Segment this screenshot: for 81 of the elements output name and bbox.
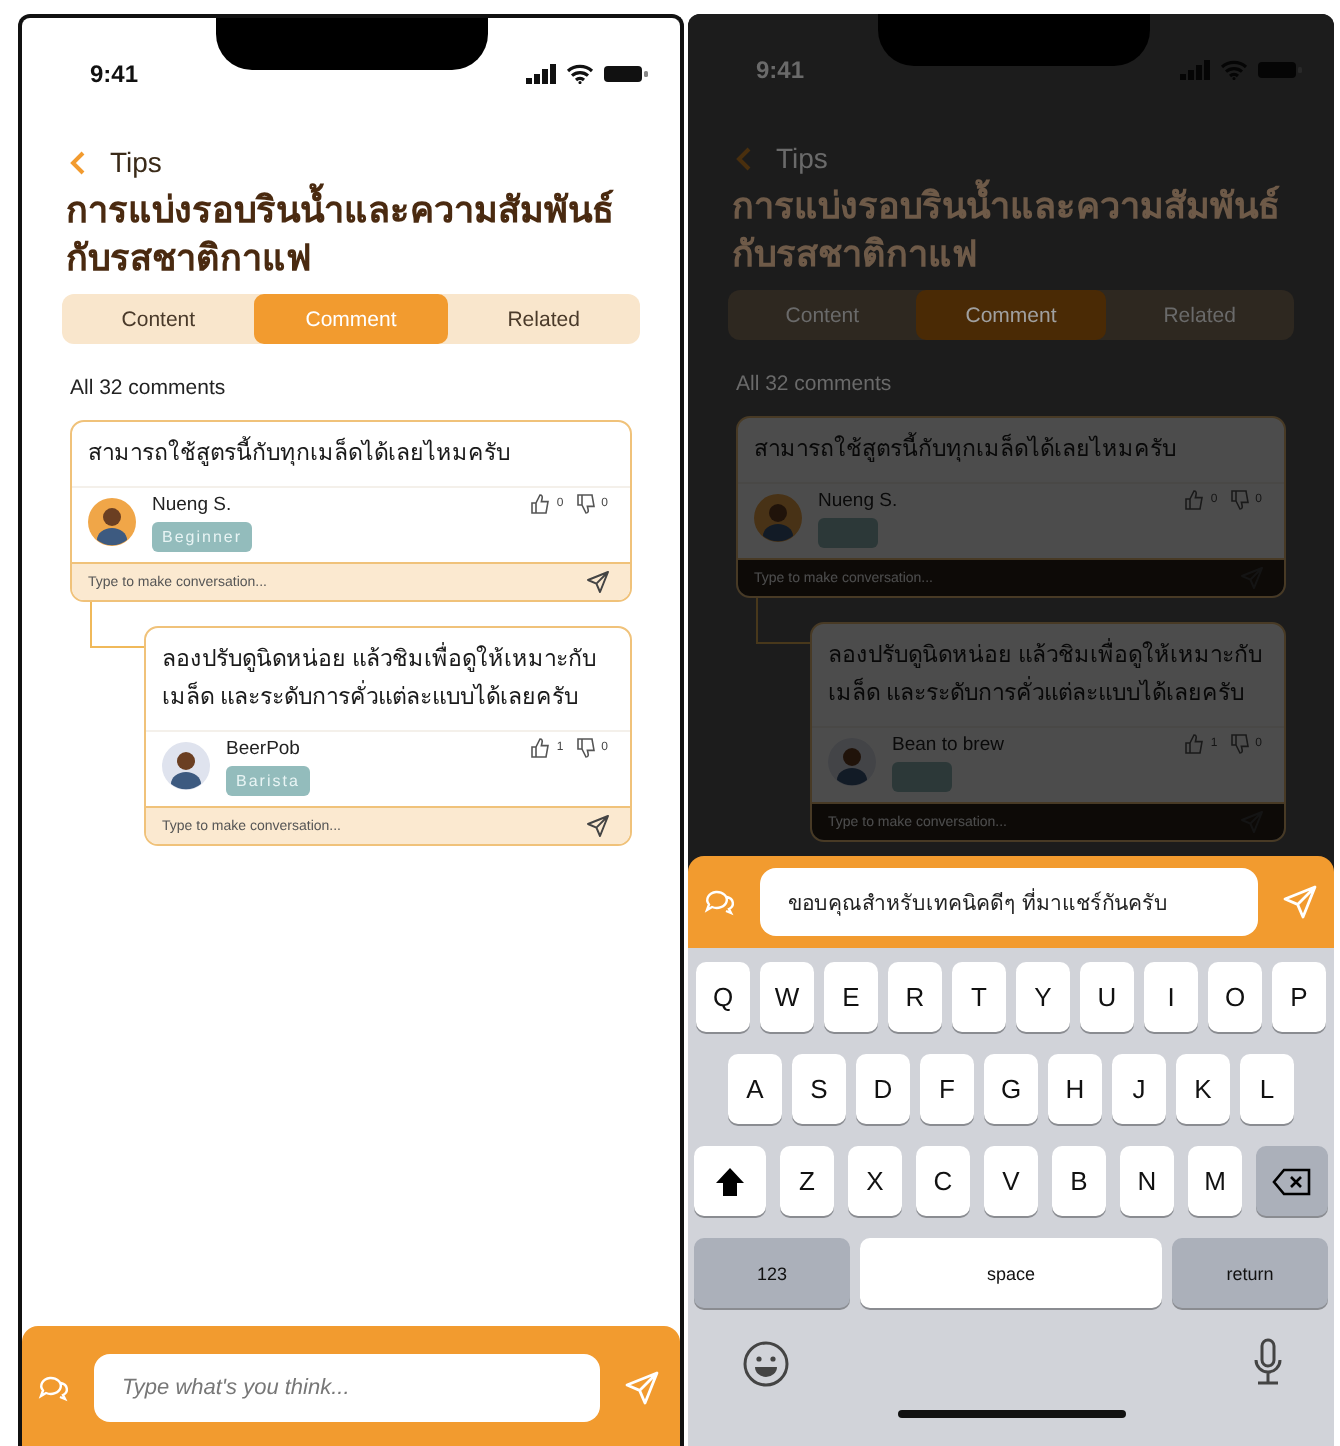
thumbs-up-icon[interactable] [1184,490,1205,510]
letter-key[interactable]: S [792,1054,846,1124]
author-name: Nueng S. [818,490,898,512]
letter-key[interactable]: K [1176,1054,1230,1124]
letter-key[interactable]: E [824,962,878,1032]
letter-key[interactable]: I [1144,962,1198,1032]
status-time: 9:41 [756,56,805,84]
avatar-icon [162,742,210,790]
backspace-icon [1272,1167,1312,1195]
letter-key[interactable]: Y [1016,962,1070,1032]
role-badge: Barista [226,766,310,796]
battery-icon [1258,60,1302,80]
signal-icon [526,64,556,84]
comment-input[interactable]: ขอบคุณสำหรับเทคนิคดีๆ ที่มาแชร์กันครับ [760,868,1258,936]
letter-key[interactable]: C [916,1146,970,1216]
back-icon[interactable] [736,145,752,171]
emoji-icon[interactable] [742,1340,790,1388]
letter-key[interactable]: D [856,1054,910,1124]
letter-key[interactable]: V [984,1146,1038,1216]
letter-key[interactable]: R [888,962,942,1032]
letter-key[interactable]: X [848,1146,902,1216]
letter-key[interactable]: T [952,962,1006,1032]
article-title: การแบ่งรอบรินน้ำและความสัมพันธ์กับรสชาติกาแฟ [732,182,1302,278]
article-title: การแบ่งรอบรินน้ำและความสัมพันธ์กับรสชาติกาแฟ [66,186,648,282]
letter-key[interactable]: B [1052,1146,1106,1216]
comment-text: ลองปรับดูนิดหน่อย แล้วชิมเพื่อดูให้เหมาะกับเมล็ด และระดับการคั่วแต่ละแบบได้เลยครับ [146,628,630,732]
numbers-key[interactable]: 123 [694,1238,850,1308]
thumbs-up-icon[interactable] [1184,734,1205,754]
letter-key[interactable]: M [1188,1146,1242,1216]
space-key[interactable]: space [860,1238,1162,1308]
send-icon[interactable] [586,814,610,838]
avatar-icon [754,494,802,542]
letter-key[interactable]: U [1080,962,1134,1032]
chat-icon[interactable] [38,1374,70,1402]
letter-key[interactable]: J [1112,1054,1166,1124]
shift-key[interactable] [694,1146,766,1216]
return-key[interactable]: return [1172,1238,1328,1308]
avatar-icon [88,498,136,546]
chat-icon[interactable] [704,888,736,916]
comment-text: สามารถใช้สูตรนี้กับทุกเมล็ดได้เลยไหมครับ [72,422,630,488]
author-name: BeerPob [226,738,300,760]
role-badge [892,762,952,792]
thumbs-up-icon[interactable] [530,494,551,514]
letter-key[interactable]: A [728,1054,782,1124]
back-icon[interactable] [70,149,86,175]
send-icon[interactable] [586,570,610,594]
status-time: 9:41 [90,60,139,88]
avatar-icon [828,738,876,786]
comment-count: All 32 comments [70,376,228,400]
letter-key[interactable]: W [760,962,814,1032]
thumbs-down-icon[interactable] [575,738,596,758]
thumbs-down-icon[interactable] [1229,490,1250,510]
author-name: Bean to brew [892,734,1004,756]
letter-key[interactable]: L [1240,1054,1294,1124]
back-label[interactable]: Tips [110,146,162,178]
tab[interactable]: Content [62,294,255,344]
role-badge [818,518,878,548]
comment-text: ลองปรับดูนิดหน่อย แล้วชิมเพื่อดูให้เหมาะกับเมล็ด และระดับการคั่วแต่ละแบบได้เลยครับ [812,624,1284,728]
role-badge: Beginner [152,522,253,552]
letter-key[interactable]: G [984,1054,1038,1124]
tab[interactable]: Related [447,294,640,344]
letter-key[interactable]: H [1048,1054,1102,1124]
comment-input[interactable]: Type what's you think... [94,1354,600,1422]
author-name: Nueng S. [152,494,232,516]
microphone-icon[interactable] [1252,1338,1284,1390]
letter-key[interactable]: Q [696,962,750,1032]
backspace-key[interactable] [1256,1146,1328,1216]
thumbs-down-icon[interactable] [575,494,596,514]
thumbs-up-icon[interactable] [530,738,551,758]
battery-icon [604,64,648,84]
shift-icon [714,1165,746,1197]
comment-text: สามารถใช้สูตรนี้กับทุกเมล็ดได้เลยไหมครับ [738,418,1284,484]
thumbs-down-icon[interactable] [1229,734,1250,754]
letter-key[interactable]: O [1208,962,1262,1032]
letter-key[interactable]: F [920,1054,974,1124]
tab[interactable]: Comment [916,290,1106,340]
letter-key[interactable]: P [1272,962,1326,1032]
letter-key[interactable]: Z [780,1146,834,1216]
comment-count: All 32 comments [736,372,894,396]
wifi-icon [566,64,594,84]
letter-key[interactable]: N [1120,1146,1174,1216]
